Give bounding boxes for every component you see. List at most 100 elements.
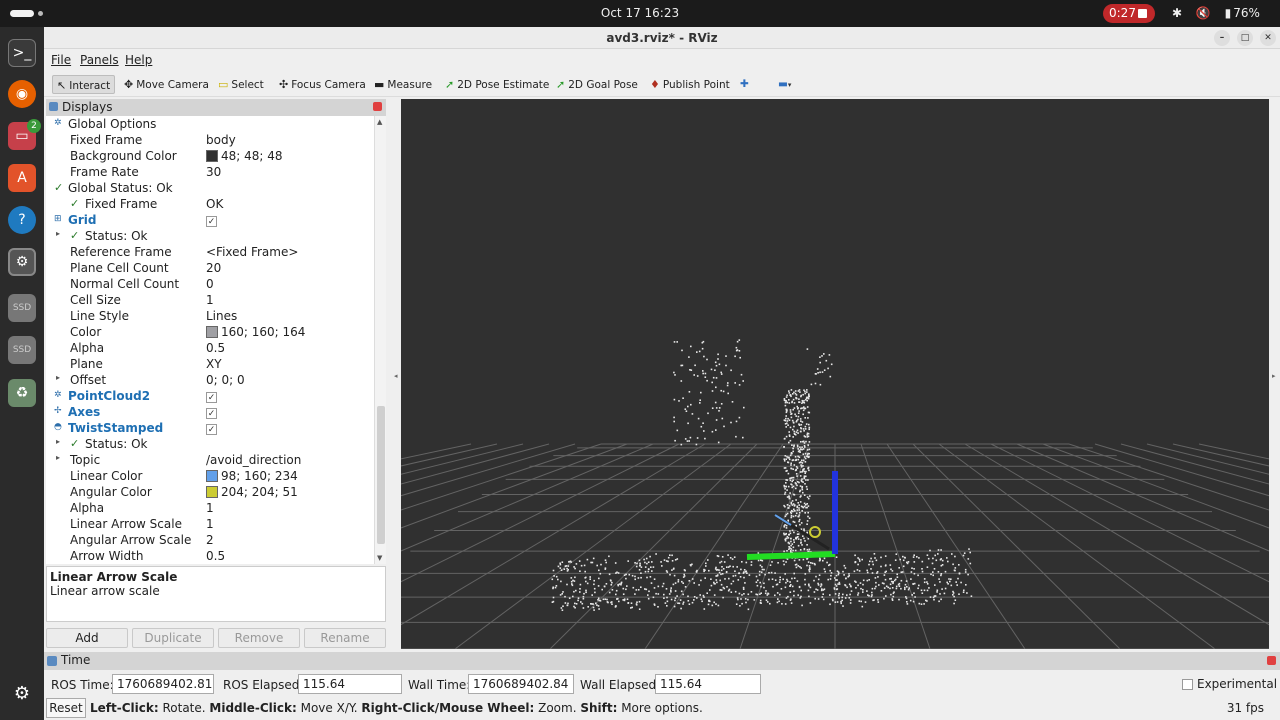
property-value[interactable]: 0.5	[206, 549, 225, 563]
tool-publish-point[interactable]: ♦ Publish Point	[646, 75, 734, 94]
display-row-background-color[interactable]: Background Color 48; 48; 48	[46, 148, 374, 164]
expand-arrow-icon[interactable]: ▸	[56, 229, 60, 238]
property-value[interactable]: 48; 48; 48	[206, 149, 283, 163]
display-row-alpha[interactable]: Alpha 0.5	[46, 340, 374, 356]
enable-checkbox[interactable]: ✓	[206, 392, 217, 403]
display-row-arrow-width[interactable]: Arrow Width 0.5	[46, 548, 374, 564]
close-panel-icon[interactable]	[373, 102, 382, 111]
display-row-linear-arrow-scale[interactable]: Linear Arrow Scale 1	[46, 516, 374, 532]
property-value[interactable]: ✓	[206, 389, 217, 403]
settings-icon[interactable]: ⚙	[8, 248, 36, 276]
display-row-linear-color[interactable]: Linear Color 98; 160; 234	[46, 468, 374, 484]
display-row-fixed-frame[interactable]: ✓ Fixed Frame OK	[46, 196, 374, 212]
property-value[interactable]: 2	[206, 533, 214, 547]
ros-elapsed-field[interactable]: 115.64	[298, 674, 402, 694]
add-tool-button[interactable]: ✚	[736, 75, 753, 94]
tool-measure[interactable]: ▬ Measure	[370, 75, 436, 94]
menu-file[interactable]: File	[51, 53, 71, 67]
tool-select[interactable]: ▭ Select	[214, 75, 268, 94]
color-swatch[interactable]	[206, 470, 218, 482]
property-value[interactable]: body	[206, 133, 236, 147]
tool-move-camera[interactable]: ✥ Move Camera	[120, 75, 213, 94]
maximize-button[interactable]: □	[1237, 30, 1253, 46]
close-window-button[interactable]: ✕	[1260, 30, 1276, 46]
wall-time-field[interactable]: 1760689402.84	[468, 674, 574, 694]
firefox-icon[interactable]: ◉	[8, 80, 36, 108]
display-row-global-status-ok[interactable]: ✓ Global Status: Ok	[46, 180, 374, 196]
volume-muted-icon[interactable]: 🔇	[1196, 6, 1211, 20]
accessibility-icon[interactable]: ✱	[1172, 6, 1182, 20]
trash-icon[interactable]: ♻	[8, 379, 36, 407]
enable-checkbox[interactable]: ✓	[206, 216, 217, 227]
displays-tree[interactable]: ✲ Global Options Fixed Frame body Background…	[46, 116, 374, 564]
system-clock[interactable]: Oct 17 16:23	[0, 6, 1280, 20]
scroll-down-icon[interactable]: ▼	[377, 554, 382, 562]
tool-interact[interactable]: ↖ Interact	[52, 75, 116, 94]
menu-help[interactable]: Help	[125, 53, 152, 67]
property-value[interactable]: 0.5	[206, 341, 225, 355]
system-tray[interactable]: ✱ 🔇 ▮ 76%	[1172, 6, 1270, 20]
property-value[interactable]: 20	[206, 261, 221, 275]
tool-focus-camera[interactable]: ✣ Focus Camera	[275, 75, 370, 94]
collapse-right-icon[interactable]: ▸	[1272, 372, 1276, 380]
display-row-color[interactable]: Color 160; 160; 164	[46, 324, 374, 340]
display-row-angular-color[interactable]: Angular Color 204; 204; 51	[46, 484, 374, 500]
display-row-line-style[interactable]: Line Style Lines	[46, 308, 374, 324]
tool-2d-pose-estimate[interactable]: ➚ 2D Pose Estimate	[441, 75, 553, 94]
3d-render-view[interactable]	[401, 99, 1269, 649]
display-row-axes[interactable]: ✢ Axes ✓	[46, 404, 374, 420]
displays-scrollbar[interactable]: ▲ ▼	[374, 116, 386, 564]
color-swatch[interactable]	[206, 150, 218, 162]
display-row-global-options[interactable]: ✲ Global Options	[46, 116, 374, 132]
display-row-fixed-frame[interactable]: Fixed Frame body	[46, 132, 374, 148]
display-row-frame-rate[interactable]: Frame Rate 30	[46, 164, 374, 180]
expand-arrow-icon[interactable]: ▸	[56, 373, 60, 382]
menu-panels[interactable]: Panels	[80, 53, 119, 67]
apps-grid-icon[interactable]: ⚙	[8, 679, 36, 707]
expand-arrow-icon[interactable]: ▸	[56, 453, 60, 462]
color-swatch[interactable]	[206, 326, 218, 338]
ssd-icon[interactable]: SSD	[8, 294, 36, 322]
display-row-offset[interactable]: ▸ Offset 0; 0; 0	[46, 372, 374, 388]
property-value[interactable]: ✓	[206, 421, 217, 435]
property-value[interactable]: 160; 160; 164	[206, 325, 305, 339]
property-value[interactable]: 204; 204; 51	[206, 485, 298, 499]
rename-display-button[interactable]: Rename	[304, 628, 386, 648]
display-row-status-ok[interactable]: ▸ ✓ Status: Ok	[46, 436, 374, 452]
display-row-plane[interactable]: Plane XY	[46, 356, 374, 372]
display-row-alpha[interactable]: Alpha 1	[46, 500, 374, 516]
display-row-reference-frame[interactable]: Reference Frame <Fixed Frame>	[46, 244, 374, 260]
property-value[interactable]: 98; 160; 234	[206, 469, 298, 483]
display-row-normal-cell-count[interactable]: Normal Cell Count 0	[46, 276, 374, 292]
ros-time-field[interactable]: 1760689402.81	[112, 674, 214, 694]
enable-checkbox[interactable]: ✓	[206, 408, 217, 419]
expand-arrow-icon[interactable]: ▸	[56, 437, 60, 446]
app-center-icon[interactable]: A	[8, 164, 36, 192]
display-row-twiststamped[interactable]: ◓ TwistStamped ✓	[46, 420, 374, 436]
display-row-plane-cell-count[interactable]: Plane Cell Count 20	[46, 260, 374, 276]
property-value[interactable]: 1	[206, 501, 214, 515]
property-value[interactable]: /avoid_direction	[206, 453, 301, 467]
property-value[interactable]: 1	[206, 517, 214, 531]
duplicate-display-button[interactable]: Duplicate	[132, 628, 214, 648]
remove-display-button[interactable]: Remove	[218, 628, 300, 648]
add-display-button[interactable]: Add	[46, 628, 128, 648]
display-row-angular-arrow-scale[interactable]: Angular Arrow Scale 2	[46, 532, 374, 548]
property-value[interactable]: 30	[206, 165, 221, 179]
enable-checkbox[interactable]: ✓	[206, 424, 217, 435]
tool-2d-goal-pose[interactable]: ➚ 2D Goal Pose	[552, 75, 642, 94]
3d-scene[interactable]	[401, 99, 1269, 649]
help-icon[interactable]: ?	[8, 206, 36, 234]
remove-tool-button[interactable]: ▬▾	[774, 75, 795, 94]
display-row-cell-size[interactable]: Cell Size 1	[46, 292, 374, 308]
property-value[interactable]: <Fixed Frame>	[206, 245, 298, 259]
color-swatch[interactable]	[206, 486, 218, 498]
display-row-status-ok[interactable]: ▸ ✓ Status: Ok	[46, 228, 374, 244]
property-value[interactable]: OK	[206, 197, 223, 211]
window-titlebar[interactable]: avd3.rviz* - RViz – □ ✕	[44, 27, 1280, 49]
property-value[interactable]: XY	[206, 357, 222, 371]
property-value[interactable]: 0	[206, 277, 214, 291]
screen-recording-indicator[interactable]: 0:27	[1103, 4, 1155, 23]
experimental-checkbox[interactable]	[1182, 679, 1193, 690]
minimize-button[interactable]: –	[1214, 30, 1230, 46]
